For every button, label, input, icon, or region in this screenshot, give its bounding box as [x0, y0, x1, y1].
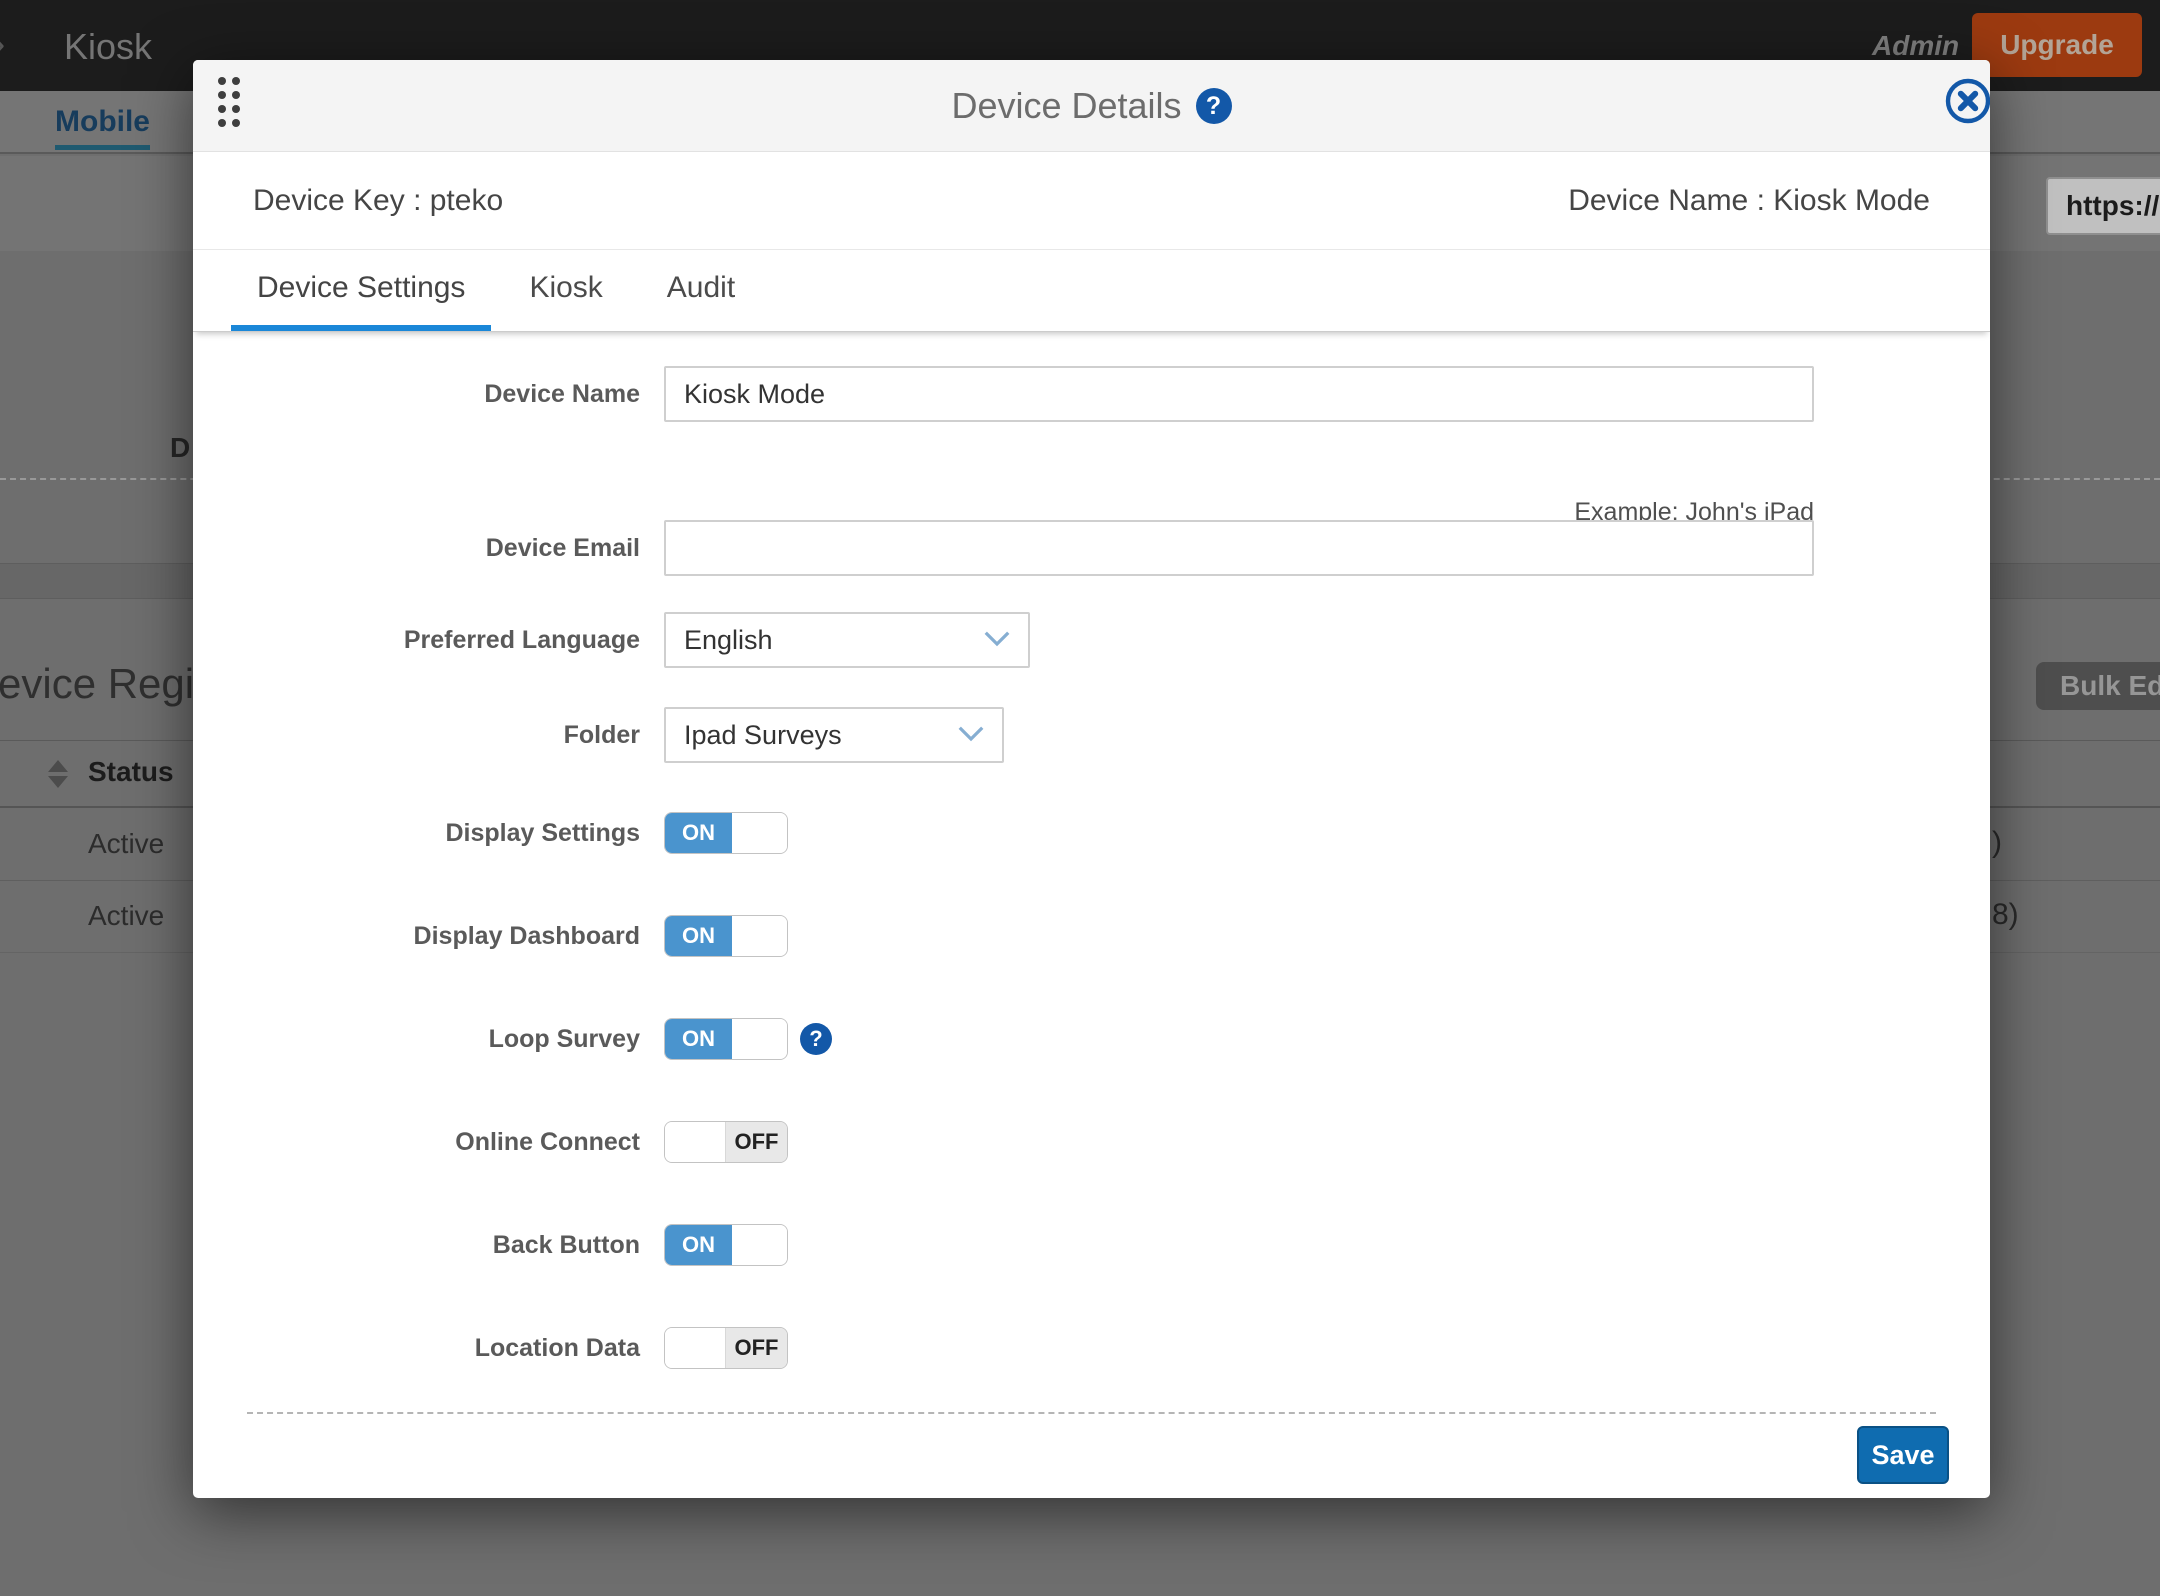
upgrade-now-button[interactable]: Upgrade Now — [1972, 13, 2142, 77]
modal-subheader: Device Key : pteko Device Name : Kiosk M… — [193, 152, 1990, 250]
admin-menu[interactable]: Admin — [1872, 30, 1959, 62]
location-data-toggle[interactable]: OFF — [664, 1327, 788, 1369]
preferred-language-label: Preferred Language — [193, 612, 640, 668]
modal-header: Device Details ? — [193, 60, 1990, 152]
display-settings-label: Display Settings — [193, 812, 640, 854]
back-button-toggle[interactable]: ON — [664, 1224, 788, 1266]
device-key-text: Device Key : pteko — [253, 184, 503, 218]
back-button-row: Back Button ON — [193, 1224, 1990, 1266]
close-icon[interactable] — [1944, 77, 1990, 125]
table-row-status: Active — [88, 900, 164, 932]
online-connect-label: Online Connect — [193, 1121, 640, 1163]
preferred-language-select[interactable]: English — [664, 612, 1030, 668]
table-row-fragment: ) — [1992, 826, 2002, 860]
page-title: Kiosk — [64, 26, 152, 68]
display-settings-row: Display Settings ON — [193, 812, 1990, 854]
url-field[interactable]: https://qa. — [2046, 177, 2160, 235]
status-column-header[interactable]: Status — [88, 756, 174, 788]
display-dashboard-label: Display Dashboard — [193, 915, 640, 957]
device-email-input[interactable] — [664, 520, 1814, 576]
device-email-row: Device Email — [193, 520, 1990, 576]
display-settings-toggle[interactable]: ON — [664, 812, 788, 854]
device-name-label: Device Name — [193, 366, 640, 422]
device-name-row: Device Name — [193, 366, 1990, 422]
location-data-label: Location Data — [193, 1327, 640, 1369]
tab-kiosk[interactable]: Kiosk — [503, 250, 628, 331]
back-button-label: Back Button — [193, 1224, 640, 1266]
loop-survey-help-icon[interactable]: ? — [800, 1023, 832, 1055]
device-name-text: Device Name : Kiosk Mode — [1568, 184, 1930, 218]
save-button[interactable]: Save — [1857, 1426, 1949, 1484]
display-dashboard-toggle[interactable]: ON — [664, 915, 788, 957]
loop-survey-label: Loop Survey — [193, 1018, 640, 1060]
loop-survey-toggle[interactable]: ON — [664, 1018, 788, 1060]
loop-survey-row: Loop Survey ON ? — [193, 1018, 1990, 1060]
breadcrumb-chevron-icon: › — [0, 22, 5, 67]
modal-tab-bar: Device Settings Kiosk Audit — [193, 250, 1990, 332]
modal-title: Device Details — [951, 85, 1181, 127]
sort-arrows-icon[interactable] — [48, 760, 70, 788]
folder-label: Folder — [193, 707, 640, 763]
display-dashboard-row: Display Dashboard ON — [193, 915, 1990, 957]
tab-device-settings[interactable]: Device Settings — [231, 250, 491, 331]
location-data-row: Location Data OFF — [193, 1327, 1990, 1369]
chevron-down-icon — [956, 720, 986, 751]
help-icon[interactable]: ? — [1196, 88, 1232, 124]
folder-select[interactable]: Ipad Surveys — [664, 707, 1004, 763]
device-name-input[interactable] — [664, 366, 1814, 422]
footer-dashed-divider — [247, 1412, 1936, 1414]
device-email-label: Device Email — [193, 520, 640, 576]
chevron-down-icon — [982, 625, 1012, 656]
table-row-status: Active — [88, 828, 164, 860]
bulk-edit-devices-button[interactable]: Bulk Edit Dev — [2036, 662, 2160, 710]
table-row-fragment: 8) — [1992, 898, 2019, 932]
device-details-modal: Device Details ? Device Key : pteko Devi… — [193, 60, 1990, 1498]
background-label-fragment: D — [170, 432, 190, 464]
online-connect-row: Online Connect OFF — [193, 1121, 1990, 1163]
tab-mobile[interactable]: Mobile — [55, 105, 150, 150]
online-connect-toggle[interactable]: OFF — [664, 1121, 788, 1163]
tab-audit[interactable]: Audit — [641, 250, 761, 331]
preferred-language-row: Preferred Language English — [193, 612, 1990, 668]
folder-row: Folder Ipad Surveys — [193, 707, 1990, 763]
